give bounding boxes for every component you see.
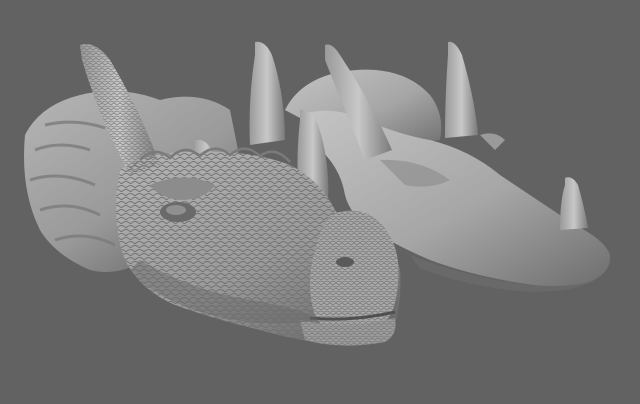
low-poly-ridge <box>480 133 505 150</box>
low-poly-nose-horn <box>560 177 588 230</box>
render-scene <box>24 41 611 346</box>
detail-nostril <box>336 257 354 267</box>
low-poly-horn-right <box>445 41 478 138</box>
detail-spike-2 <box>249 41 285 145</box>
3d-viewport[interactable] <box>0 0 640 404</box>
